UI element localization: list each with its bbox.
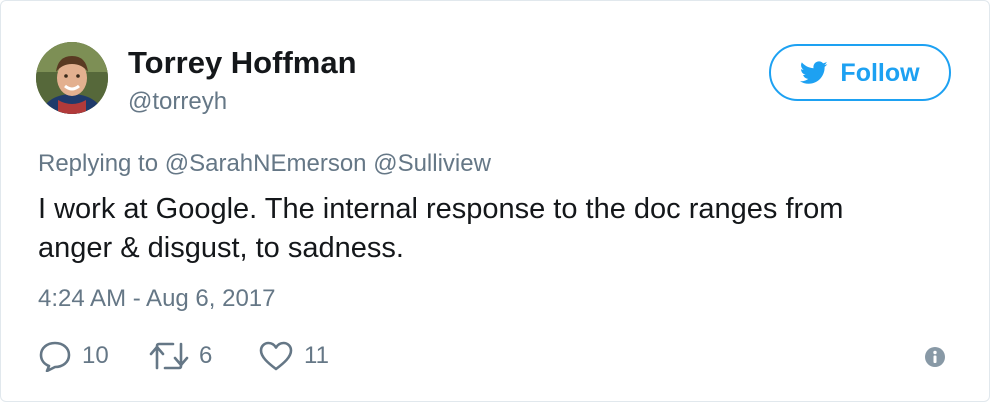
twitter-bird-icon	[800, 60, 828, 84]
reply-icon	[39, 341, 71, 372]
mention-link[interactable]: @SarahNEmerson	[165, 150, 367, 177]
tweet-text-line: I work at Google. The internal response …	[38, 193, 844, 225]
tweet-timestamp[interactable]: 4:24 AM - Aug 6, 2017	[38, 284, 276, 314]
info-circle-icon	[925, 347, 945, 367]
avatar-photo-icon	[36, 42, 108, 114]
retweet-count: 6	[199, 342, 213, 369]
reply-prefix: Replying to	[38, 150, 159, 177]
follow-label: Follow	[840, 58, 920, 87]
heart-icon	[259, 341, 293, 371]
reply-button[interactable]: 10	[38, 338, 109, 374]
tweet-text-line: anger & disgust, to sadness.	[38, 232, 404, 264]
tweet-text: I work at Google. The internal response …	[38, 190, 938, 268]
user-handle[interactable]: @torreyh	[128, 87, 227, 117]
retweet-button[interactable]: 6	[149, 338, 212, 374]
reply-count: 10	[82, 342, 109, 369]
like-count: 11	[304, 342, 329, 369]
reply-context: Replying to @SarahNEmerson @Sulliview	[38, 149, 491, 179]
avatar[interactable]	[36, 42, 108, 114]
like-button[interactable]: 11	[258, 338, 329, 374]
mention-link[interactable]: @Sulliview	[373, 150, 491, 177]
display-name[interactable]: Torrey Hoffman	[128, 45, 357, 81]
info-icon[interactable]	[925, 347, 945, 367]
follow-button[interactable]: Follow	[769, 44, 951, 101]
tweet-card: Torrey Hoffman @torreyh Follow Replying …	[0, 0, 990, 402]
retweet-icon	[149, 342, 189, 370]
